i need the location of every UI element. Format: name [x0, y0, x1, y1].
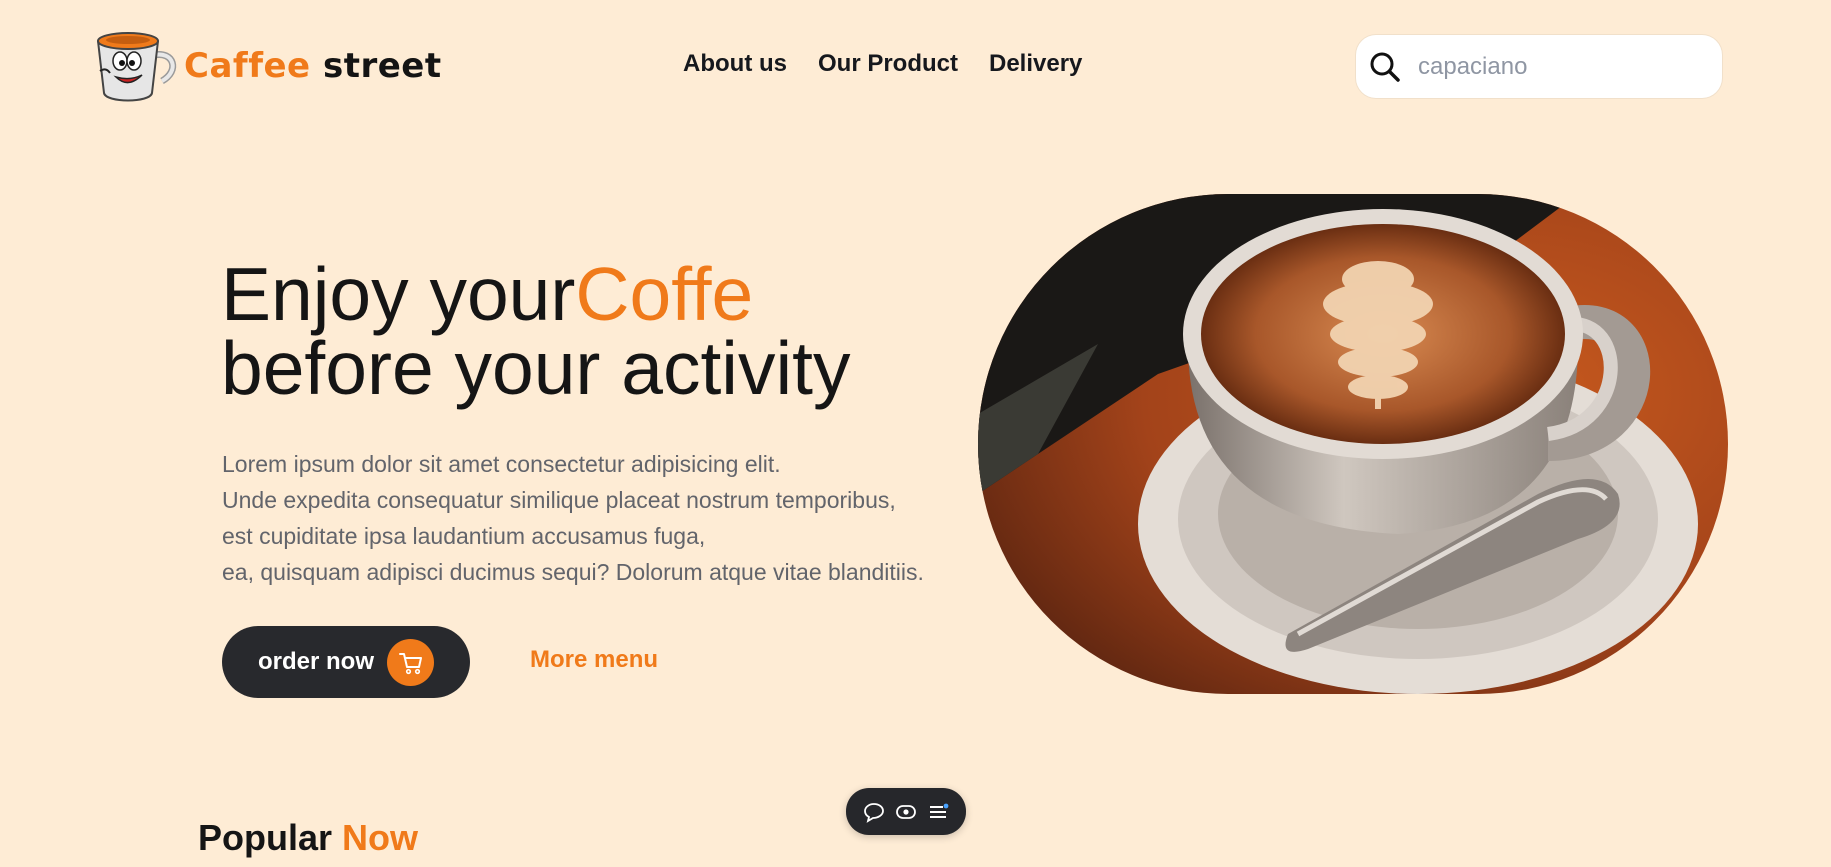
menu-icon[interactable]: [926, 800, 950, 824]
hero-description-line: Lorem ipsum dolor sit amet consectetur a…: [222, 451, 781, 477]
nav-about-us[interactable]: About us: [683, 50, 787, 78]
order-now-label: order now: [258, 648, 375, 675]
search-box: [1356, 35, 1722, 98]
site-header: Caffee street About us Our Product Deliv…: [0, 0, 1831, 130]
floating-toolbar: [846, 788, 966, 835]
popular-now-heading: Popular Now: [198, 817, 418, 859]
hero-description-line: est cupiditate ipsa laudantium accusamus…: [222, 523, 706, 549]
brand-logo[interactable]: Caffee street: [92, 27, 442, 105]
brand-name-part2: street: [322, 46, 442, 86]
popular-accent: Now: [342, 817, 419, 858]
coffee-cup-mascot-icon: [92, 27, 182, 105]
hero-coffee-image: [978, 194, 1728, 694]
search-input[interactable]: [1418, 52, 1698, 81]
eye-icon[interactable]: [894, 800, 918, 824]
nav-delivery[interactable]: Delivery: [989, 50, 1082, 78]
hero-description-line: ea, quisquam adipisci ducimus sequi? Dol…: [222, 559, 924, 585]
hero-title-line2: before your activity: [221, 326, 851, 410]
cart-icon: [387, 639, 434, 686]
hero-title-accent: Coffe: [575, 252, 754, 336]
brand-name: Caffee street: [184, 46, 442, 86]
more-menu-link[interactable]: More menu: [530, 646, 658, 674]
comment-icon[interactable]: [862, 800, 886, 824]
nav-our-product[interactable]: Our Product: [818, 50, 958, 78]
hero-title-part1: Enjoy your: [221, 252, 576, 336]
hero-title: Enjoy yourCoffe before your activity: [221, 257, 850, 406]
order-now-button[interactable]: order now: [222, 626, 470, 698]
search-icon[interactable]: [1368, 50, 1402, 84]
popular-title: Popular: [198, 817, 333, 858]
main-nav: About us Our Product Delivery: [683, 50, 1082, 78]
hero-description: Lorem ipsum dolor sit amet consectetur a…: [222, 446, 982, 590]
brand-name-part1: Caffee: [184, 46, 311, 86]
hero-description-line: Unde expedita consequatur similique plac…: [222, 487, 896, 513]
